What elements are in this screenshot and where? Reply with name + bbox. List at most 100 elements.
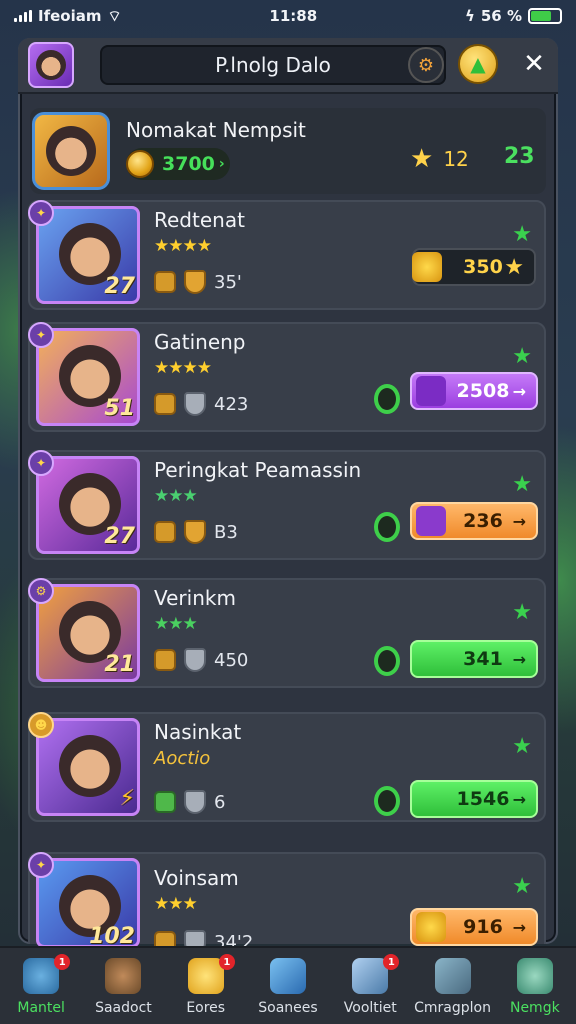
notification-badge: 1 — [54, 954, 71, 970]
toggle-ring-icon[interactable] — [374, 646, 400, 676]
star-icon: ★ — [504, 254, 524, 280]
close-button[interactable]: ✕ — [516, 46, 552, 82]
price-button[interactable]: 236 → — [410, 502, 538, 540]
carrier-label: Ifeoiam — [38, 7, 102, 25]
list-item[interactable]: ⚡ ☻ Nasinkat Aoctio 6 ★ 1546 → — [28, 712, 546, 822]
price-value: 2508 — [456, 380, 510, 402]
class-icon: ✦ — [28, 322, 54, 348]
list-item[interactable]: 102 ✦ Voinsam ★★★ 34'2 ★ 916 → — [28, 852, 546, 954]
hero-avatar: 21 — [36, 584, 140, 682]
toggle-ring-icon[interactable] — [374, 786, 400, 816]
gem-icon — [416, 506, 446, 536]
hero-avatar: ⚡ — [36, 718, 140, 816]
price-button[interactable]: 1546 → — [410, 780, 538, 818]
bottom-nav: 1 Mantel Saadoct 1 Eores Soanees 1 Voolt… — [0, 946, 576, 1024]
hero-stars: ★★★ — [154, 894, 198, 914]
price-button[interactable]: 916 → — [410, 908, 538, 946]
hero-stat-value: 35' — [214, 271, 242, 293]
hero-stars: ★★★ — [154, 486, 198, 506]
player-name: Nomakat Nempsit — [126, 118, 306, 142]
nav-item-saadoct[interactable]: Saadoct — [82, 948, 164, 1024]
list-item[interactable]: 21 ⚙ Verinkm ★★★ 450 ★ 341 → — [28, 578, 546, 688]
list-item[interactable]: 27 ✦ Redtenat ★★★★ 35' ★ 350 ★ — [28, 200, 546, 310]
search-icon — [516, 958, 553, 994]
class-icon: ✦ — [28, 450, 54, 476]
nav-label: Vooltiet — [343, 1000, 397, 1016]
hero-stars: ★★★ — [154, 614, 198, 634]
hero-stars: ★★★★ — [154, 236, 212, 256]
class-icon: ✦ — [28, 852, 54, 878]
wifi-icon: ⌔ — [107, 6, 122, 25]
price-button[interactable]: 2508 → — [410, 372, 538, 410]
toggle-ring-icon[interactable] — [374, 512, 400, 542]
favorite-star-icon[interactable]: ★ — [512, 472, 532, 497]
hero-name: Verinkm — [154, 586, 236, 610]
hero-stats: 423 — [154, 392, 248, 416]
price-value: 236 — [463, 510, 503, 532]
player-avatar[interactable] — [32, 112, 110, 190]
avatar-face-icon — [36, 50, 66, 80]
info-icon[interactable]: ⚙ — [408, 47, 444, 83]
class-icon: ☻ — [28, 712, 54, 738]
notification-badge: 1 — [218, 954, 235, 970]
class-icon: ✦ — [28, 200, 54, 226]
favorite-star-icon[interactable]: ★ — [512, 600, 532, 625]
upgrade-icon[interactable]: ▲ — [458, 44, 498, 84]
profile-avatar-button[interactable] — [28, 42, 74, 88]
hero-stats: 450 — [154, 648, 248, 672]
hero-name: Voinsam — [154, 866, 239, 890]
nav-item-vooltiet[interactable]: 1 Vooltiet — [329, 948, 411, 1024]
price-value: 916 — [463, 916, 503, 938]
hero-name: Gatinenp — [154, 330, 246, 354]
list-item[interactable]: 51 ✦ Gatinenp ★★★★ 423 ★ 2508 → — [28, 322, 546, 432]
player-stars-value: 12 — [443, 147, 469, 171]
hero-avatar: 51 — [36, 328, 140, 426]
hero-stat-value: 423 — [214, 393, 249, 415]
hero-stars: ★★★★ — [154, 358, 212, 378]
favorite-star-icon[interactable]: ★ — [512, 874, 532, 899]
hero-name: Redtenat — [154, 208, 245, 232]
arrow-icon: → — [512, 649, 526, 669]
player-face-icon — [46, 126, 96, 176]
favorite-star-icon[interactable]: ★ — [512, 344, 532, 369]
hero-stats: B3 — [154, 520, 238, 544]
gold-counter: 3700 › — [126, 148, 230, 180]
nav-item-cmragplon[interactable]: Cmragplon — [411, 948, 493, 1024]
arrow-icon: → — [512, 511, 526, 531]
battery-percent: 56 % — [480, 7, 522, 25]
hero-level: 27 — [104, 524, 135, 549]
nav-item-mantel[interactable]: 1 Mantel — [0, 948, 82, 1024]
coin-icon — [416, 912, 446, 942]
wing-icon — [184, 392, 206, 416]
list-item[interactable]: 27 ✦ Peringkat Peamassin ★★★ B3 ★ 236 → — [28, 450, 546, 560]
price-button[interactable]: 350 ★ — [412, 248, 536, 286]
hero-avatar: 27 — [36, 206, 140, 304]
hero-name: Nasinkat — [154, 720, 242, 744]
nav-item-nemgk[interactable]: Nemgk — [494, 948, 576, 1024]
chest-icon — [154, 271, 176, 293]
hero-level: 51 — [104, 396, 135, 421]
player-rank: 23 — [504, 144, 535, 169]
hero-stats: 35' — [154, 270, 242, 294]
notification-badge: 1 — [383, 954, 400, 970]
favorite-star-icon[interactable]: ★ — [512, 222, 532, 247]
arrow-icon: → — [512, 381, 526, 401]
chest-icon — [154, 521, 176, 543]
nav-item-eores[interactable]: 1 Eores — [165, 948, 247, 1024]
hero-level: 27 — [104, 274, 135, 299]
nav-item-soanees[interactable]: Soanees — [247, 948, 329, 1024]
wing-icon — [184, 790, 206, 814]
hero-face-icon — [59, 735, 121, 797]
hero-level: 21 — [104, 652, 135, 677]
nav-label: Mantel — [17, 1000, 65, 1016]
hero-stats: 6 — [154, 790, 225, 814]
price-button[interactable]: 341 → — [410, 640, 538, 678]
chest-icon — [154, 393, 176, 415]
player-stars: ★ 12 — [410, 144, 469, 174]
star-icon: ★ — [410, 144, 434, 174]
favorite-star-icon[interactable]: ★ — [512, 734, 532, 759]
nav-label: Cmragplon — [414, 1000, 491, 1016]
signal-icon — [14, 10, 32, 22]
toggle-ring-icon[interactable] — [374, 384, 400, 414]
hero-avatar: 27 — [36, 456, 140, 554]
